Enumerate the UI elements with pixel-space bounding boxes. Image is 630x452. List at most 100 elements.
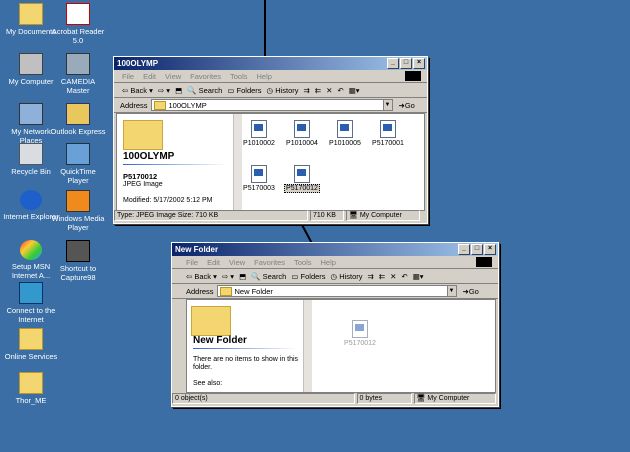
folder-large-icon [123,120,163,150]
selected-file-name: P5170012 [123,172,158,181]
address-field[interactable]: 100OLYMP ▼ [150,99,393,111]
menu-view[interactable]: View [229,258,245,267]
pane-title: 100OLYMP [123,151,175,162]
empty-folder-message: There are no items to show in this folde… [193,356,299,371]
content-area: 100OLYMP P5170012 JPEG Image Modified: 5… [116,113,425,211]
menu-favorites[interactable]: Favorites [190,72,221,81]
views-icon[interactable]: ▦▾ [349,86,360,95]
status-size: 0 bytes [356,393,412,404]
back-label: Back [194,271,212,281]
status-size: 710 KB [310,210,344,221]
file-icon[interactable]: P1010005 [325,120,365,147]
minimize-button[interactable]: _ [387,58,399,69]
address-dropdown[interactable]: ▼ [382,100,392,110]
menu-edit[interactable]: Edit [207,258,220,267]
explorer-window-100olymp[interactable]: 100OLYMP _ □ × File Edit View Favorites … [113,56,428,224]
delete-icon[interactable]: ✕ [326,86,332,95]
explorer-window-new-folder[interactable]: New Folder _ □ × File Edit View Favorite… [171,242,499,407]
close-button[interactable]: × [413,58,425,69]
up-folder-icon[interactable]: ⬒ [239,272,246,281]
pane-divider [123,164,227,165]
folders-button[interactable]: ▭ Folders [227,86,261,95]
forward-button[interactable]: ⇨ ▾ [158,86,170,95]
pane-title: New Folder [193,335,247,346]
menu-help[interactable]: Help [321,258,336,267]
menu-tools[interactable]: Tools [230,72,248,81]
folders-label: Folders [300,271,326,281]
undo-icon[interactable]: ↶ [337,86,343,95]
maximize-button[interactable]: □ [471,244,483,255]
back-button[interactable]: ⇦ Back ▾ [122,86,153,95]
minimize-button[interactable]: _ [458,244,470,255]
file-label: P1010002 [243,140,275,147]
jpeg-file-icon [337,120,353,138]
move-to-icon[interactable]: ⇉ [304,86,310,95]
windows-logo-icon [405,71,421,81]
windows-logo-icon [476,257,492,267]
search-label: Search [262,271,287,281]
menu-file[interactable]: File [186,258,198,267]
jpeg-file-icon [352,320,368,338]
file-label: P5170012 [284,184,320,193]
status-bar: Type: JPEG Image Size: 710 KB 710 KB 🖥 M… [114,210,427,221]
content-area: New Folder There are no items to show in… [186,299,496,393]
file-icon[interactable]: P5170003 [239,165,279,192]
folders-button[interactable]: ▭ Folders [291,272,325,281]
toolbar: ⇦ Back ▾ ⇨ ▾ ⬒ 🔍 Search ▭ Folders ◷ Hist… [172,269,498,284]
status-info: Type: JPEG Image Size: 710 KB [114,210,308,221]
copy-to-icon[interactable]: ⇇ [379,272,385,281]
file-icon[interactable]: P1010004 [282,120,322,147]
up-folder-icon[interactable]: ⬒ [175,86,182,95]
file-icon[interactable]: P1010002 [239,120,279,147]
history-button[interactable]: ◷ History [331,272,363,281]
search-label: Search [198,85,223,95]
pane-divider [193,348,297,349]
copy-to-icon[interactable]: ⇇ [315,86,321,95]
go-button[interactable]: ➜Go [463,287,479,296]
menu-edit[interactable]: Edit [143,72,156,81]
back-button[interactable]: ⇦ Back ▾ [186,272,217,281]
title-bar[interactable]: 100OLYMP _ □ × [114,57,427,70]
go-button[interactable]: ➜Go [399,101,415,110]
address-field[interactable]: New Folder ▼ [216,285,457,297]
status-location-label: My Computer [427,395,470,402]
toolbar: ⇦ Back ▾ ⇨ ▾ ⬒ 🔍 Search ▭ Folders ◷ Hist… [114,83,427,98]
window-title: 100OLYMP [117,59,159,68]
address-dropdown[interactable]: ▼ [446,286,456,296]
history-label: History [275,85,299,95]
menu-bar: File Edit View Favorites Tools Help [172,256,498,269]
maximize-button[interactable]: □ [400,58,412,69]
address-value: 100OLYMP [168,100,207,110]
file-icon[interactable]: P5170001 [368,120,408,147]
title-bar[interactable]: New Folder _ □ × [172,243,498,256]
close-button[interactable]: × [484,244,496,255]
my-computer-icon: 🖥 [416,395,428,402]
menu-file[interactable]: File [122,72,134,81]
file-label: P5170001 [372,140,404,147]
folders-label: Folders [236,85,262,95]
menu-tools[interactable]: Tools [294,258,312,267]
file-icon-selected[interactable]: P5170012 [282,165,322,193]
address-value: New Folder [234,286,273,296]
address-bar: Address New Folder ▼ ➜Go [172,284,498,299]
my-computer-icon: 🖥 [349,212,360,219]
search-button[interactable]: 🔍 Search [187,86,222,95]
menu-favorites[interactable]: Favorites [254,258,285,267]
undo-icon[interactable]: ↶ [401,272,407,281]
dragged-file-ghost: P5170012 [340,320,380,347]
menu-help[interactable]: Help [257,72,272,81]
status-location-label: My Computer [359,212,402,219]
delete-icon[interactable]: ✕ [390,272,396,281]
history-button[interactable]: ◷ History [267,86,299,95]
move-to-icon[interactable]: ⇉ [368,272,374,281]
views-icon[interactable]: ▦▾ [413,272,424,281]
address-label: Address [186,286,214,296]
folder-icon [153,100,166,110]
forward-button[interactable]: ⇨ ▾ [222,272,234,281]
left-pane-scrollbar[interactable] [303,300,312,392]
menu-view[interactable]: View [165,72,181,81]
web-view-pane: 100OLYMP P5170012 JPEG Image Modified: 5… [117,114,233,210]
search-button[interactable]: 🔍 Search [251,272,286,281]
status-info: 0 object(s) [172,393,355,404]
history-label: History [339,271,363,281]
